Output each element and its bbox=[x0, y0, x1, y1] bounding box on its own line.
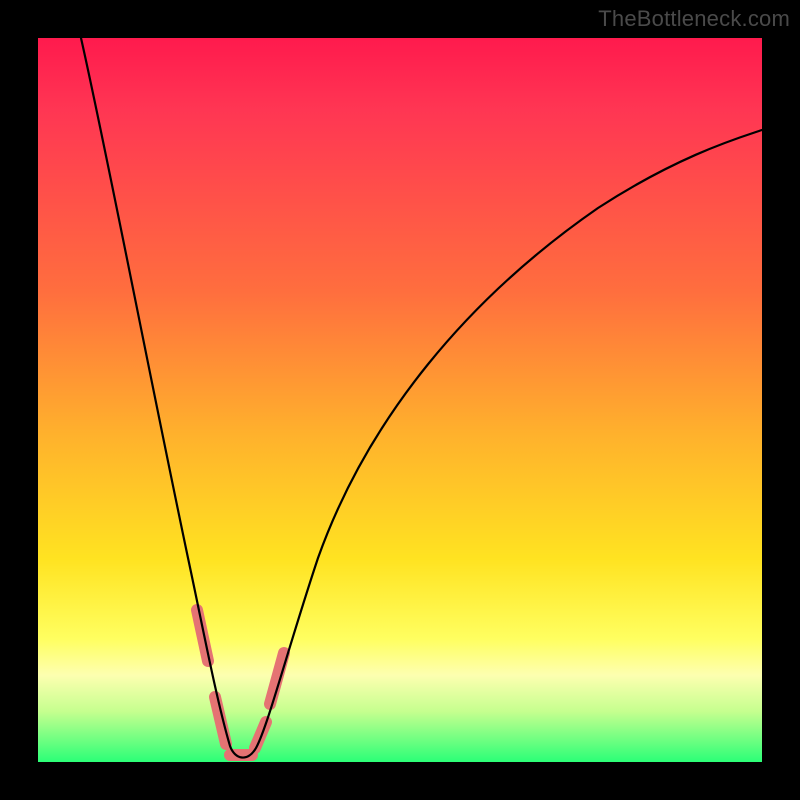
outer-frame: TheBottleneck.com bbox=[0, 0, 800, 800]
highlight-seg-5 bbox=[270, 653, 284, 704]
plot-area bbox=[38, 38, 762, 762]
curve-svg bbox=[38, 38, 762, 762]
bottleneck-curve bbox=[81, 38, 762, 758]
watermark-text: TheBottleneck.com bbox=[598, 6, 790, 32]
highlight-seg-1 bbox=[197, 610, 208, 661]
